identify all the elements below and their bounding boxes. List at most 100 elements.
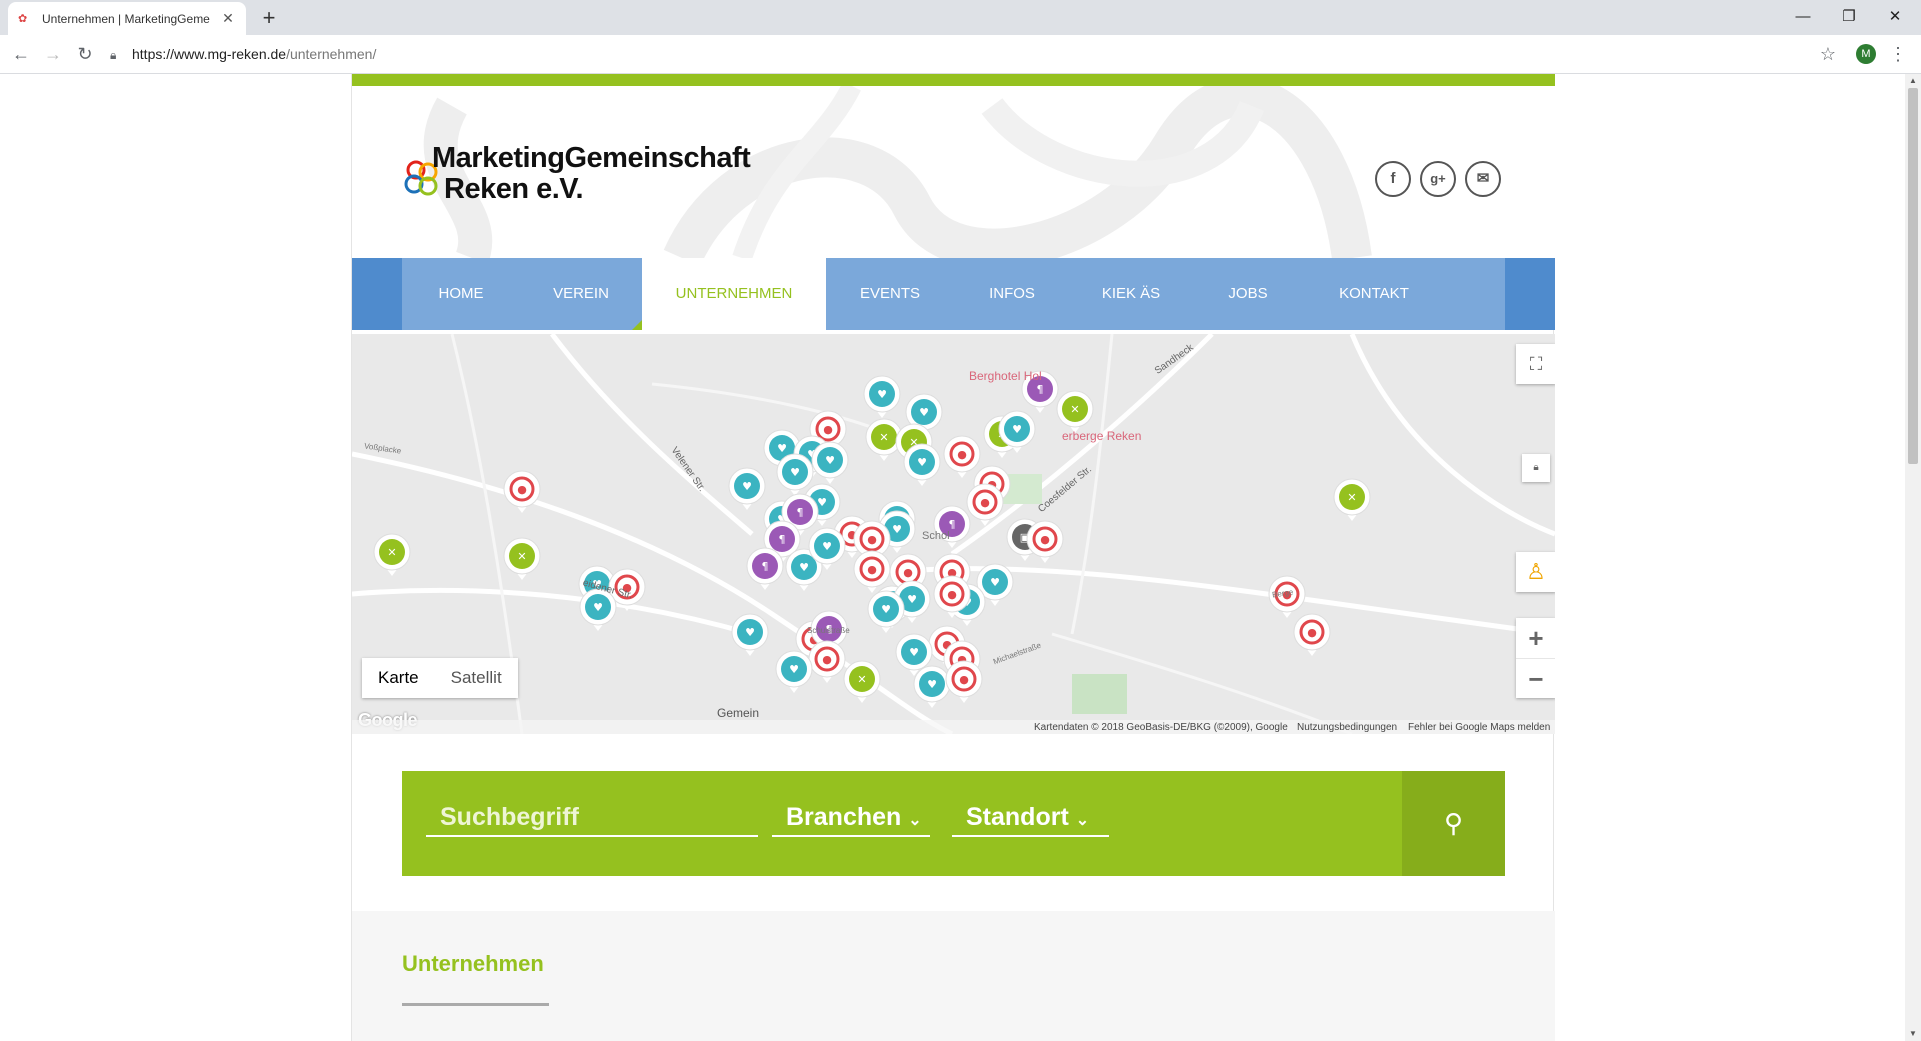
svg-text:●: ●	[959, 673, 969, 686]
search-button[interactable]: ⚲	[1402, 771, 1505, 876]
search-icon: ⚲	[1443, 808, 1464, 838]
restore-button[interactable]: ❐	[1826, 4, 1872, 30]
map-marker-c[interactable]: ♥	[731, 613, 769, 656]
company-search-bar: Suchbegriff Branchen ⌄ Standort ⌄ ⚲	[402, 771, 1505, 876]
lock-icon: 🔒︎	[110, 48, 117, 62]
nav-unternehmen-label: UNTERNEHMEN	[675, 285, 793, 302]
url-host: https://www.mg-reken.de	[132, 46, 287, 62]
svg-text:¶: ¶	[779, 533, 786, 546]
facebook-icon[interactable]: f	[1375, 161, 1411, 197]
nav-events[interactable]: EVENTS	[826, 258, 954, 330]
back-arrow-icon[interactable]: ←	[8, 41, 34, 67]
lock-map-icon[interactable]: 🔒︎	[1522, 454, 1550, 482]
map-marker-r[interactable]: ●	[945, 660, 983, 703]
nav-home[interactable]: HOME	[402, 258, 520, 330]
svg-text:●: ●	[1040, 533, 1050, 546]
fullscreen-icon[interactable]: ⛶	[1516, 344, 1555, 384]
search-keyword-input[interactable]: Suchbegriff	[426, 797, 758, 837]
scroll-up-arrow-icon[interactable]: ▲	[1905, 74, 1921, 88]
svg-text:✕: ✕	[879, 431, 888, 444]
zoom-control: + −	[1516, 618, 1555, 698]
bookmark-star-icon[interactable]: ☆	[1815, 41, 1841, 67]
svg-text:✕: ✕	[517, 550, 526, 563]
nav-active-corner	[632, 320, 642, 330]
nav-infos[interactable]: INFOS	[954, 258, 1070, 330]
scrollbar-thumb[interactable]	[1908, 88, 1918, 464]
map-report-link[interactable]: Fehler bei Google Maps melden	[1408, 722, 1550, 733]
svg-text:●: ●	[517, 483, 527, 496]
standort-select[interactable]: Standort ⌄	[952, 797, 1109, 837]
map-type-karte[interactable]: Karte	[362, 658, 435, 698]
poi-herberge-label[interactable]: erberge Reken	[1062, 429, 1141, 443]
browser-toolbar: ← → ↻ 🔒︎ https://www.mg-reken.de/unterneh…	[0, 35, 1921, 73]
svg-text:●: ●	[957, 448, 967, 461]
map-marker-c[interactable]: ♥	[863, 375, 901, 418]
svg-text:♥: ♥	[790, 466, 800, 479]
svg-text:✕: ✕	[387, 546, 396, 559]
map-marker-c[interactable]: ♥	[775, 650, 813, 693]
poi-hotel-label[interactable]: Berghotel Hol	[969, 369, 1042, 383]
nav-verein[interactable]: VEREIN	[520, 258, 642, 330]
mail-icon[interactable]: ✉	[1465, 161, 1501, 197]
google-plus-icon[interactable]: g+	[1420, 161, 1456, 197]
zoom-out-button[interactable]: −	[1516, 658, 1555, 698]
branchen-label: Branchen	[786, 803, 902, 831]
menu-kebab-icon[interactable]: ⋮	[1888, 41, 1908, 67]
svg-text:✕: ✕	[1070, 403, 1079, 416]
minimize-button[interactable]: —	[1780, 4, 1826, 30]
site-header: MarketingGemeinschaft Reken e.V. f g+ ✉	[352, 86, 1555, 258]
zoom-in-button[interactable]: +	[1516, 618, 1555, 658]
map-marker-c[interactable]: ♥	[811, 441, 849, 484]
nav-kiek-as[interactable]: KIEK ÄS	[1070, 258, 1192, 330]
google-map[interactable]: ♥♥●✕✕●✕♥¶✕♥♥♥♥♥♥●♥●●♥¶¶▣●♥♥¶●●✕✕¶♥♥●●●♥✕…	[352, 334, 1555, 734]
map-markers[interactable]: ♥♥●✕✕●✕♥¶✕♥♥♥♥♥♥●♥●●♥¶¶▣●♥♥¶●●✕✕¶♥♥●●●♥✕…	[352, 334, 1555, 734]
map-marker-r[interactable]: ●	[808, 640, 846, 683]
map-marker-c[interactable]: ♥	[903, 443, 941, 486]
top-accent-bar	[352, 74, 1555, 86]
branchen-select[interactable]: Branchen ⌄	[772, 797, 930, 837]
map-marker-r[interactable]: ●	[966, 483, 1004, 526]
svg-text:●: ●	[947, 588, 957, 601]
chevron-down-icon: ⌄	[908, 812, 922, 829]
map-marker-g[interactable]: ✕	[503, 537, 541, 580]
map-marker-g[interactable]: ✕	[373, 533, 411, 576]
nav-edge-left	[352, 258, 402, 330]
new-tab-button[interactable]: +	[256, 6, 282, 32]
forward-arrow-icon[interactable]: →	[40, 41, 66, 67]
svg-text:♥: ♥	[789, 663, 799, 676]
svg-text:●: ●	[822, 653, 832, 666]
map-marker-g[interactable]: ✕	[1056, 390, 1094, 433]
page-container: MarketingGemeinschaft Reken e.V. f g+ ✉ …	[351, 74, 1555, 1041]
pegman-icon[interactable]: ♙	[1516, 552, 1555, 592]
map-marker-g[interactable]: ✕	[843, 660, 881, 703]
map-marker-r[interactable]: ●	[1293, 613, 1331, 656]
map-marker-r[interactable]: ●	[943, 435, 981, 478]
map-marker-c[interactable]: ♥	[867, 590, 905, 633]
svg-text:♥: ♥	[990, 576, 1000, 589]
map-terms-link[interactable]: Nutzungsbedingungen	[1297, 722, 1397, 733]
map-marker-p[interactable]: ¶	[746, 547, 784, 590]
map-marker-c[interactable]: ♥	[728, 467, 766, 510]
window-close-button[interactable]: ✕	[1872, 4, 1918, 30]
map-marker-r[interactable]: ●	[503, 470, 541, 513]
svg-text:♥: ♥	[909, 646, 919, 659]
profile-avatar[interactable]: M	[1856, 44, 1876, 64]
section-heading: Unternehmen	[402, 951, 544, 976]
reload-icon[interactable]: ↻	[72, 41, 98, 67]
address-bar[interactable]: 🔒︎ https://www.mg-reken.de/unternehmen/	[110, 40, 1820, 68]
browser-tab[interactable]: ✿ Unternehmen | MarketingGeme ✕	[8, 2, 246, 35]
scroll-down-arrow-icon[interactable]: ▼	[1905, 1027, 1921, 1041]
nav-jobs[interactable]: JOBS	[1192, 258, 1304, 330]
map-marker-r[interactable]: ●	[1026, 520, 1064, 563]
map-marker-r[interactable]: ●	[853, 550, 891, 593]
map-marker-g[interactable]: ✕	[1333, 478, 1371, 521]
tab-close-icon[interactable]: ✕	[220, 10, 236, 27]
nav-kontakt[interactable]: KONTAKT	[1304, 258, 1444, 330]
map-marker-c[interactable]: ♥	[776, 453, 814, 496]
svg-text:●: ●	[867, 533, 877, 546]
nav-unternehmen[interactable]: UNTERNEHMEN	[632, 258, 826, 330]
svg-text:♥: ♥	[877, 388, 887, 401]
map-marker-c[interactable]: ♥	[913, 665, 951, 708]
map-type-satellit[interactable]: Satellit	[435, 658, 518, 698]
site-logo[interactable]: MarketingGemeinschaft Reken e.V.	[404, 140, 764, 210]
